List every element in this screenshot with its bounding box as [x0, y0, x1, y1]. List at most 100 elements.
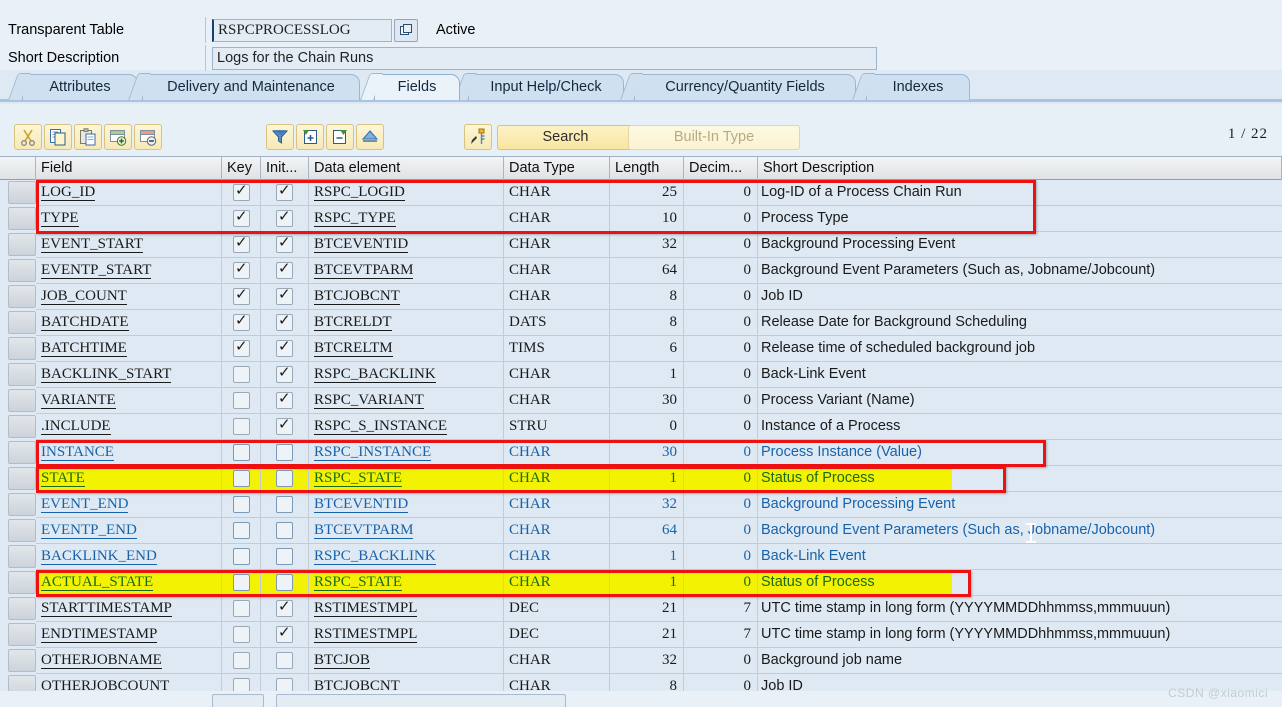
checkbox-key[interactable]	[233, 392, 250, 409]
row-select-button[interactable]	[8, 675, 36, 691]
cell-decimals[interactable]: 0	[684, 466, 758, 492]
row-stepper[interactable]	[212, 694, 264, 707]
checkbox-init[interactable]	[276, 363, 293, 383]
table-row[interactable]: ACTUAL_STATE RSPC_STATE CHAR 1 0 Status of Pr…	[0, 570, 1282, 596]
checkbox-key[interactable]	[233, 207, 250, 227]
cell-field[interactable]: JOB_COUNT	[36, 284, 222, 310]
cell-decimals[interactable]: 0	[684, 284, 758, 310]
cell-data-element[interactable]: RSTIMESTMPL	[309, 622, 504, 648]
cell-decimals[interactable]: 0	[684, 492, 758, 518]
srch-help-key-icon[interactable]	[464, 124, 492, 150]
checkbox-key[interactable]	[233, 366, 250, 383]
cell-field[interactable]: ACTUAL_STATE	[36, 570, 222, 596]
tab-currency-quantity-fields[interactable]: Currency/Quantity Fields	[634, 74, 856, 100]
cell-data-type[interactable]: CHAR	[504, 492, 610, 518]
cell-decimals[interactable]: 7	[684, 622, 758, 648]
cell-length[interactable]: 1	[610, 466, 684, 492]
cell-data-type[interactable]: CHAR	[504, 362, 610, 388]
cell-length[interactable]: 1	[610, 570, 684, 596]
cell-length[interactable]: 64	[610, 258, 684, 284]
row-select-button[interactable]	[8, 259, 36, 282]
delete-row-icon[interactable]	[134, 124, 162, 150]
cell-decimals[interactable]: 0	[684, 544, 758, 570]
cell-length[interactable]: 32	[610, 232, 684, 258]
table-row[interactable]: .INCLUDERSPC_S_INSTANCESTRU00Instance of…	[0, 414, 1282, 440]
checkbox-key[interactable]	[233, 600, 250, 617]
cell-length[interactable]: 8	[610, 674, 684, 691]
cell-data-element[interactable]: BTCEVENTID	[309, 232, 504, 258]
cell-decimals[interactable]: 0	[684, 388, 758, 414]
cell-length[interactable]: 1	[610, 544, 684, 570]
cell-data-type[interactable]: DEC	[504, 596, 610, 622]
append-structure-icon[interactable]	[356, 124, 384, 150]
cell-short-description[interactable]: Process Type	[758, 206, 1282, 232]
column-header-key[interactable]: Key	[222, 157, 261, 180]
cell-field[interactable]: VARIANTE	[36, 388, 222, 414]
column-header-field[interactable]: Field	[36, 157, 222, 180]
cell-short-description[interactable]: UTC time stamp in long form (YYYYMMDDhhm…	[758, 622, 1282, 648]
checkbox-key[interactable]	[233, 470, 250, 487]
checkbox-key[interactable]	[233, 233, 250, 253]
table-row[interactable]: JOB_COUNT BTCJOBCNT CHAR80Job ID	[0, 284, 1282, 310]
cell-data-element[interactable]: RSPC_STATE	[309, 570, 504, 596]
checkbox-key[interactable]	[233, 626, 250, 643]
row-select-button[interactable]	[8, 623, 36, 646]
cell-data-element[interactable]: RSTIMESTMPL	[309, 596, 504, 622]
footer-input[interactable]	[276, 694, 566, 707]
cell-data-type[interactable]: CHAR	[504, 258, 610, 284]
row-select-button[interactable]	[8, 467, 36, 490]
cell-field[interactable]: LOG_ID	[36, 180, 222, 206]
cell-data-type[interactable]: DEC	[504, 622, 610, 648]
copy-icon[interactable]	[44, 124, 72, 150]
column-header-length[interactable]: Length	[610, 157, 684, 180]
cell-length[interactable]: 32	[610, 492, 684, 518]
cell-data-type[interactable]: CHAR	[504, 466, 610, 492]
cell-data-element[interactable]: RSPC_BACKLINK	[309, 544, 504, 570]
checkbox-key[interactable]	[233, 181, 250, 201]
cell-field[interactable]: STARTTIMESTAMP	[36, 596, 222, 622]
cell-field[interactable]: BATCHDATE	[36, 310, 222, 336]
cell-short-description[interactable]: Back-Link Event	[758, 362, 1282, 388]
table-row[interactable]: VARIANTE RSPC_VARIANT CHAR300Process Varia…	[0, 388, 1282, 414]
cell-field[interactable]: INSTANCE	[36, 440, 222, 466]
checkbox-key[interactable]	[233, 678, 250, 691]
built-in-type-button[interactable]: Built-In Type	[628, 125, 800, 150]
cell-decimals[interactable]: 0	[684, 206, 758, 232]
cell-field[interactable]: BATCHTIME	[36, 336, 222, 362]
cell-data-element[interactable]: BTCRELDT	[309, 310, 504, 336]
checkbox-key[interactable]	[233, 522, 250, 539]
cell-short-description[interactable]: Background Event Parameters (Such as, Jo…	[758, 518, 1282, 544]
checkbox-init[interactable]	[276, 233, 293, 253]
cell-length[interactable]: 30	[610, 440, 684, 466]
checkbox-init[interactable]	[276, 574, 293, 591]
cell-decimals[interactable]: 0	[684, 336, 758, 362]
table-row[interactable]: OTHERJOBCOUNT BTCJOBCNT CHAR 8 0 Job ID	[0, 674, 1282, 691]
cell-data-type[interactable]: CHAR	[504, 232, 610, 258]
table-row[interactable]: TYPE RSPC_TYPE CHAR100Process Type	[0, 206, 1282, 232]
table-row[interactable]: BATCHTIME BTCRELTM TIMS60Release time of s…	[0, 336, 1282, 362]
checkbox-key[interactable]	[233, 259, 250, 279]
table-row[interactable]: ENDTIMESTAMP RSTIMESTMPL DEC217UTC time st…	[0, 622, 1282, 648]
row-select-button[interactable]	[8, 337, 36, 360]
cell-short-description[interactable]: Process Variant (Name)	[758, 388, 1282, 414]
table-name-input[interactable]	[212, 18, 392, 42]
table-row[interactable]: EVENTP_END BTCEVTPARM CHAR 64 0 Background Ev…	[0, 518, 1282, 544]
cell-data-element[interactable]: BTCJOB	[309, 648, 504, 674]
cell-data-type[interactable]: CHAR	[504, 440, 610, 466]
cell-length[interactable]: 64	[610, 518, 684, 544]
checkbox-init[interactable]	[276, 285, 293, 305]
row-select-button[interactable]	[8, 233, 36, 256]
tab-fields[interactable]: Fields	[374, 74, 460, 100]
checkbox-init[interactable]	[276, 181, 293, 201]
tab-attributes[interactable]: Attributes	[22, 74, 138, 100]
cell-length[interactable]: 10	[610, 206, 684, 232]
cell-field[interactable]: EVENT_START	[36, 232, 222, 258]
checkbox-init[interactable]	[276, 389, 293, 409]
row-select-button[interactable]	[8, 415, 36, 438]
table-row[interactable]: STATE RSPC_STATE CHAR 1 0 Status of Process	[0, 466, 1282, 492]
paste-icon[interactable]	[74, 124, 102, 150]
checkbox-key[interactable]	[233, 311, 250, 331]
column-header-data-element[interactable]: Data element	[309, 157, 504, 180]
checkbox-init[interactable]	[276, 597, 293, 617]
cell-short-description[interactable]: Back-Link Event	[758, 544, 1282, 570]
